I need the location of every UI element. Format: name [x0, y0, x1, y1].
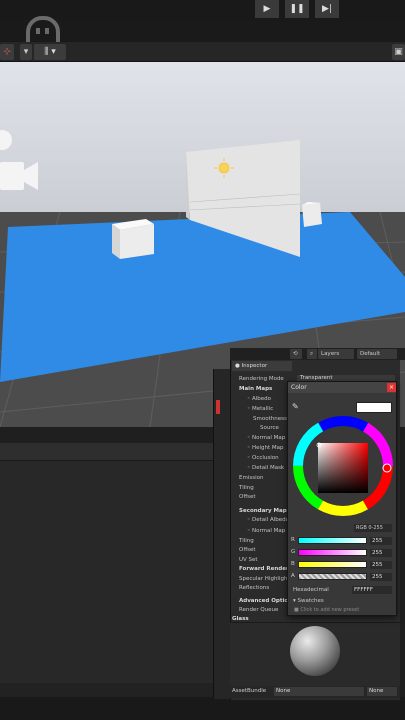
pause-icon: ❚❚: [289, 4, 305, 14]
eyedropper-button[interactable]: ✎: [292, 402, 299, 411]
material-preview[interactable]: [230, 622, 400, 686]
main-maps-header: Main Maps: [239, 386, 273, 392]
detail-mask-label: ◦ Detail Mask: [247, 465, 285, 471]
hex-input[interactable]: FFFFFF: [352, 586, 392, 594]
asset-bundle-row: AssetBundle None None: [230, 686, 400, 698]
layout-dropdown[interactable]: Default: [357, 349, 397, 359]
g-value[interactable]: 255: [370, 549, 392, 557]
bottom-panel: [0, 427, 230, 720]
preview-sphere: [290, 626, 340, 676]
smoothness-label: Smoothness: [253, 416, 287, 422]
g-slider[interactable]: [298, 549, 367, 556]
detail-albedo-label: ◦ Detail Albedo: [247, 517, 289, 523]
render-queue-label: Render Queue: [239, 607, 279, 613]
color-mode-dropdown[interactable]: RGB 0-255: [354, 524, 392, 532]
r-value[interactable]: 255: [370, 537, 392, 545]
asset-bundle-dropdown[interactable]: None: [274, 687, 364, 696]
history-icon: ⟲: [293, 351, 298, 357]
color-picker-title: Color: [288, 382, 396, 393]
reflections-label: Reflections: [239, 585, 270, 591]
color-wheel[interactable]: [293, 416, 393, 516]
r-slider[interactable]: [298, 537, 367, 544]
eyedropper-icon: ✎: [292, 402, 299, 411]
a-value[interactable]: 255: [370, 573, 392, 581]
side-marker: [216, 400, 220, 414]
a-label: A: [291, 573, 295, 579]
close-button[interactable]: ×: [387, 383, 396, 392]
scene-settings-button[interactable]: ▣: [392, 44, 405, 60]
play-icon: ▶: [263, 4, 271, 14]
tab-inspector[interactable]: ● Inspector: [232, 361, 292, 371]
step-button[interactable]: ▶|: [315, 0, 339, 18]
tiling2-label: Tiling: [239, 538, 254, 544]
rendering-mode-label: Rendering Mode: [239, 376, 284, 382]
normal-map-label: ◦ Normal Map: [247, 435, 286, 441]
play-button[interactable]: ▶: [255, 0, 279, 18]
dropdown-arrow-button[interactable]: ▾: [20, 44, 32, 60]
normal-map2-label: ◦ Normal Map: [247, 528, 286, 534]
b-value[interactable]: 255: [370, 561, 392, 569]
side-strip: [213, 369, 230, 699]
b-slider[interactable]: [298, 561, 367, 568]
offset-label: Offset: [239, 494, 256, 500]
add-preset-label: Click to add new preset: [300, 607, 360, 613]
audio-toggle-button[interactable]: ⫼ ▾: [34, 44, 66, 60]
gizmo-icon: ⊹: [3, 47, 11, 57]
a-slider[interactable]: [298, 573, 367, 580]
albedo-label: ◦ Albedo: [247, 396, 272, 402]
height-map-label: ◦ Height Map: [247, 445, 284, 451]
audio-icon: ⫼ ▾: [44, 47, 56, 57]
emission-label: Emission: [239, 475, 264, 481]
layers-dropdown[interactable]: Layers: [318, 349, 354, 359]
add-preset-button[interactable]: ■ Click to add new preset: [294, 607, 359, 613]
hex-label: Hexadecimal: [293, 587, 329, 593]
search-icon: ⌕: [310, 351, 314, 357]
asset-bundle-variant-dropdown[interactable]: None: [367, 687, 397, 696]
pause-button[interactable]: ❚❚: [285, 0, 309, 18]
asset-bundle-label: AssetBundle: [232, 688, 267, 694]
tab-label: Inspector: [241, 363, 268, 369]
cube-right[interactable]: [302, 202, 322, 227]
chevron-down-icon: ▾: [23, 47, 29, 57]
uv-set-label: UV Set: [239, 557, 258, 563]
status-bar: [0, 697, 405, 720]
bottom-tab-bar: [0, 427, 230, 443]
tiling-label: Tiling: [239, 485, 254, 491]
r-label: R: [291, 537, 295, 543]
secondary-maps-header: Secondary Maps: [239, 508, 290, 514]
cube-left[interactable]: [112, 219, 154, 259]
source-label: Source: [260, 425, 279, 431]
occlusion-label: ◦ Occlusion: [247, 455, 279, 461]
offset2-label: Offset: [239, 547, 256, 553]
swatches-header[interactable]: ▾ Swatches: [293, 598, 324, 604]
gizmo-button[interactable]: ⊹: [0, 44, 14, 60]
bottom-toolbar: [0, 443, 230, 461]
g-label: G: [291, 549, 296, 555]
hue-cursor[interactable]: [382, 463, 392, 473]
search-button[interactable]: ⌕: [307, 349, 317, 359]
metallic-label: ◦ Metallic: [247, 406, 274, 412]
history-button[interactable]: ⟲: [290, 349, 302, 359]
current-color-swatch[interactable]: [356, 402, 392, 413]
step-icon: ▶|: [322, 4, 332, 14]
bottom-footer: [0, 683, 230, 697]
close-icon: ×: [388, 384, 395, 391]
specular-highlights-label: Specular Highlights: [239, 576, 293, 582]
swatches-label: Swatches: [297, 598, 324, 604]
gear-icon: ▣: [394, 47, 403, 57]
b-label: B: [291, 561, 295, 567]
